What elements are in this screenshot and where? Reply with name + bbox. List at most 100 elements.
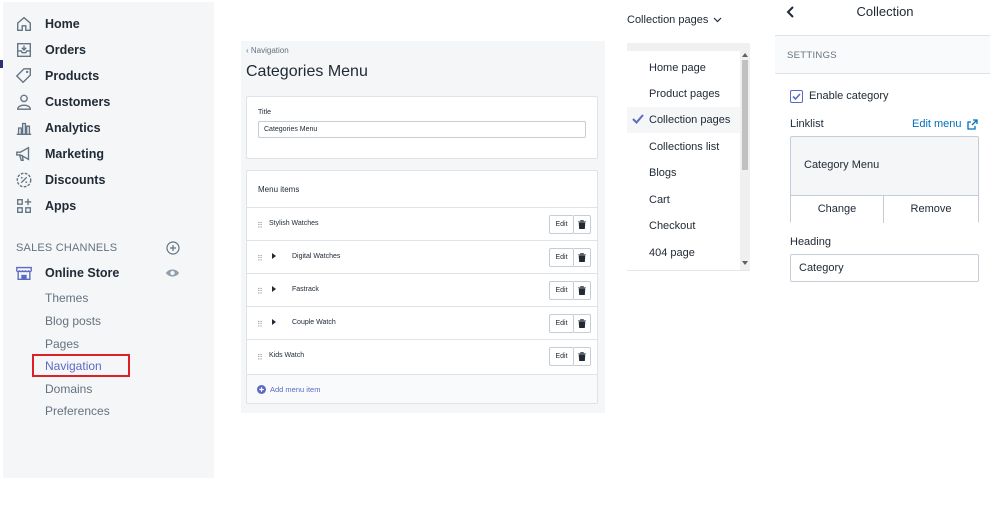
breadcrumb-label: Navigation: [250, 46, 289, 55]
menu-items-card: Menu items ⠿ Stylish Watches Edit ⠿ Digi…: [246, 170, 598, 404]
page-type-select-label: Collection pages: [627, 14, 709, 26]
sidebar-item-discounts[interactable]: Discounts: [15, 168, 205, 192]
drag-handle-icon[interactable]: ⠿: [257, 254, 263, 263]
bar-chart-icon: [16, 122, 32, 135]
trash-icon: [578, 286, 586, 295]
delete-button[interactable]: [574, 248, 591, 267]
trash-icon: [578, 253, 586, 262]
delete-button[interactable]: [574, 347, 591, 366]
panel-title: Collection: [856, 4, 914, 19]
title-field[interactable]: Categories Menu: [258, 121, 586, 138]
sidebar-subitem-domains[interactable]: Domains: [45, 382, 92, 396]
sidebar-item-home[interactable]: Home: [15, 12, 205, 36]
sidebar-item-label: Analytics: [45, 121, 101, 135]
store-icon: [16, 266, 32, 280]
plus-circle-icon: [257, 385, 266, 394]
sidebar-subitem-pages[interactable]: Pages: [45, 337, 79, 351]
menu-item-label: Fastrack: [292, 286, 319, 293]
sidebar-item-label: Discounts: [45, 173, 106, 187]
option-404-page[interactable]: 404 page: [627, 240, 740, 266]
add-channel-icon[interactable]: [166, 241, 180, 255]
heading-input[interactable]: Category: [790, 254, 979, 282]
linklist-label: Linklist: [790, 118, 824, 130]
drag-handle-icon[interactable]: ⠿: [257, 287, 263, 296]
home-icon: [17, 16, 31, 31]
divider: [775, 35, 990, 36]
external-link-icon: [966, 118, 978, 130]
sidebar-item-apps[interactable]: Apps: [15, 194, 205, 218]
edit-menu-label: Edit menu: [912, 118, 962, 130]
tag-icon: [15, 68, 31, 84]
sidebar-item-analytics[interactable]: Analytics: [15, 116, 205, 140]
chevron-down-icon: [713, 17, 722, 23]
edit-button[interactable]: Edit: [549, 347, 574, 366]
checkmark-icon: [632, 114, 644, 124]
menu-item-row[interactable]: ⠿ Digital Watches Edit: [247, 240, 597, 273]
edit-button[interactable]: Edit: [549, 314, 574, 333]
menu-item-row[interactable]: ⠿ Fastrack Edit: [247, 273, 597, 306]
discount-icon: [16, 172, 32, 188]
menu-item-label: Couple Watch: [292, 319, 336, 326]
scroll-up-icon[interactable]: [742, 53, 748, 57]
option-collections-list[interactable]: Collections list: [627, 134, 740, 160]
sidebar-item-orders[interactable]: Orders: [15, 38, 205, 62]
delete-button[interactable]: [574, 281, 591, 300]
sidebar-subitem-blog-posts[interactable]: Blog posts: [45, 314, 101, 328]
sidebar-subitem-themes[interactable]: Themes: [45, 291, 88, 305]
sidebar-item-label: Apps: [45, 199, 77, 213]
sidebar-item-marketing[interactable]: Marketing: [15, 142, 205, 166]
drag-handle-icon[interactable]: ⠿: [257, 221, 263, 230]
delete-button[interactable]: [574, 314, 591, 333]
divider: [775, 73, 990, 74]
menu-items-heading: Menu items: [258, 185, 300, 194]
dropdown-top-edge: [627, 43, 750, 51]
menu-item-row[interactable]: ⠿ Stylish Watches Edit: [247, 207, 597, 240]
sidebar-item-label: Customers: [45, 95, 111, 109]
sidebar-item-label: Home: [45, 17, 80, 31]
enable-category-checkbox[interactable]: [790, 90, 803, 103]
drag-handle-icon[interactable]: ⠿: [257, 353, 263, 362]
page-type-select[interactable]: Collection pages: [627, 14, 722, 26]
menu-item-label: Kids Watch: [269, 352, 305, 359]
change-button[interactable]: Change: [791, 195, 884, 223]
sidebar-subitem-preferences[interactable]: Preferences: [45, 404, 110, 418]
menu-item-row[interactable]: ⠿ Couple Watch Edit: [247, 306, 597, 339]
option-home-page[interactable]: Home page: [627, 55, 740, 81]
edit-button[interactable]: Edit: [549, 248, 574, 267]
drag-handle-icon[interactable]: ⠿: [257, 320, 263, 329]
scroll-down-icon[interactable]: [742, 261, 748, 265]
linklist-value: Category Menu: [804, 159, 880, 171]
menu-item-row[interactable]: ⠿ Kids Watch Edit: [247, 339, 597, 372]
back-arrow-icon[interactable]: [785, 4, 795, 20]
checkmark-icon: [792, 93, 801, 101]
person-icon: [17, 94, 31, 110]
option-collection-pages[interactable]: Collection pages: [627, 107, 740, 133]
sidebar-item-products[interactable]: Products: [15, 64, 205, 88]
breadcrumb[interactable]: ‹ Navigation: [246, 46, 289, 55]
option-cart[interactable]: Cart: [627, 187, 740, 213]
navigation-highlight-box: [32, 354, 130, 377]
option-product-pages[interactable]: Product pages: [627, 81, 740, 107]
delete-button[interactable]: [574, 215, 591, 234]
linklist-picker: Category Menu Change Remove: [790, 136, 979, 223]
edit-button[interactable]: Edit: [549, 215, 574, 234]
eye-icon[interactable]: [165, 267, 180, 279]
remove-button[interactable]: Remove: [884, 195, 978, 223]
option-blogs[interactable]: Blogs: [627, 160, 740, 186]
page-title: Categories Menu: [246, 63, 368, 80]
expand-caret-icon[interactable]: [272, 286, 276, 292]
sidebar-item-label: Online Store: [45, 266, 120, 280]
scrollbar-thumb[interactable]: [742, 60, 748, 170]
expand-caret-icon[interactable]: [272, 253, 276, 259]
sidebar-item-customers[interactable]: Customers: [15, 90, 205, 114]
sales-channels-heading: SALES CHANNELS: [16, 242, 118, 254]
edit-menu-link[interactable]: Edit menu: [912, 118, 978, 130]
title-card: Title Categories Menu: [246, 96, 598, 159]
edit-button[interactable]: Edit: [549, 281, 574, 300]
add-menu-item-link[interactable]: Add menu item: [257, 385, 320, 394]
expand-caret-icon[interactable]: [272, 319, 276, 325]
edge-marker: [0, 60, 3, 68]
sidebar-item-label: Orders: [45, 43, 86, 57]
orders-icon: [17, 43, 31, 57]
option-checkout[interactable]: Checkout: [627, 213, 740, 239]
